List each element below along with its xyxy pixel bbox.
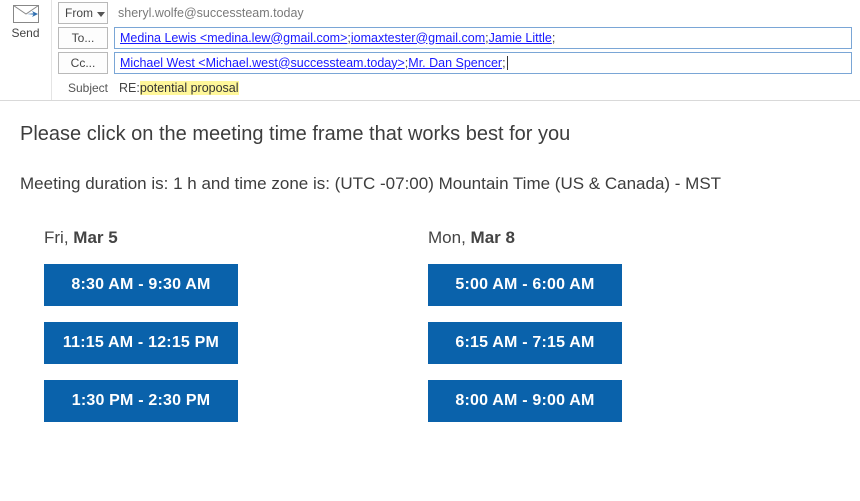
to-recipient[interactable]: Jamie Little	[489, 31, 552, 45]
weekday: Fri,	[44, 228, 73, 247]
subject-highlight: potential proposal	[140, 81, 239, 95]
to-button[interactable]: To...	[58, 27, 108, 49]
to-recipient[interactable]: iomaxtester@gmail.com	[351, 31, 485, 45]
time-slot[interactable]: 8:00 AM - 9:00 AM	[428, 380, 622, 422]
day-header: Mon, Mar 8	[428, 228, 622, 248]
compose-header: Send From sheryl.wolfe@successteam.today…	[0, 0, 860, 101]
day-column: Fri, Mar 5 8:30 AM - 9:30 AM 11:15 AM - …	[44, 228, 238, 422]
body-prompt: Please click on the meeting time frame t…	[20, 123, 840, 146]
subject-field[interactable]: RE: potential proposal	[114, 77, 852, 99]
subject-prefix: RE:	[119, 81, 140, 95]
from-value: sheryl.wolfe@successteam.today	[114, 6, 304, 20]
cc-recipient[interactable]: Michael West <Michael.west@successteam.t…	[120, 56, 405, 70]
day-column: Mon, Mar 8 5:00 AM - 6:00 AM 6:15 AM - 7…	[428, 228, 622, 422]
body-meta: Meeting duration is: 1 h and time zone i…	[20, 174, 840, 194]
time-slot[interactable]: 6:15 AM - 7:15 AM	[428, 322, 622, 364]
time-slot[interactable]: 8:30 AM - 9:30 AM	[44, 264, 238, 306]
to-field[interactable]: Medina Lewis <medina.lew@gmail.com>; iom…	[114, 27, 852, 49]
cc-field[interactable]: Michael West <Michael.west@successteam.t…	[114, 52, 852, 74]
date: Mar 8	[471, 228, 515, 247]
send-icon	[12, 4, 40, 24]
send-button[interactable]: Send	[0, 0, 52, 100]
day-header: Fri, Mar 5	[44, 228, 238, 248]
send-label: Send	[11, 26, 39, 40]
weekday: Mon,	[428, 228, 471, 247]
message-body[interactable]: Please click on the meeting time frame t…	[0, 101, 860, 422]
subject-label: Subject	[52, 81, 114, 95]
date: Mar 5	[73, 228, 117, 247]
chevron-down-icon	[97, 6, 105, 20]
time-columns: Fri, Mar 5 8:30 AM - 9:30 AM 11:15 AM - …	[20, 228, 840, 422]
cc-button[interactable]: Cc...	[58, 52, 108, 74]
to-recipient[interactable]: Medina Lewis <medina.lew@gmail.com>	[120, 31, 347, 45]
cc-recipient[interactable]: Mr. Dan Spencer	[408, 56, 502, 70]
text-cursor	[507, 56, 508, 70]
time-slot[interactable]: 11:15 AM - 12:15 PM	[44, 322, 238, 364]
from-button[interactable]: From	[58, 2, 108, 24]
from-label: From	[65, 6, 93, 20]
time-slot[interactable]: 1:30 PM - 2:30 PM	[44, 380, 238, 422]
time-slot[interactable]: 5:00 AM - 6:00 AM	[428, 264, 622, 306]
